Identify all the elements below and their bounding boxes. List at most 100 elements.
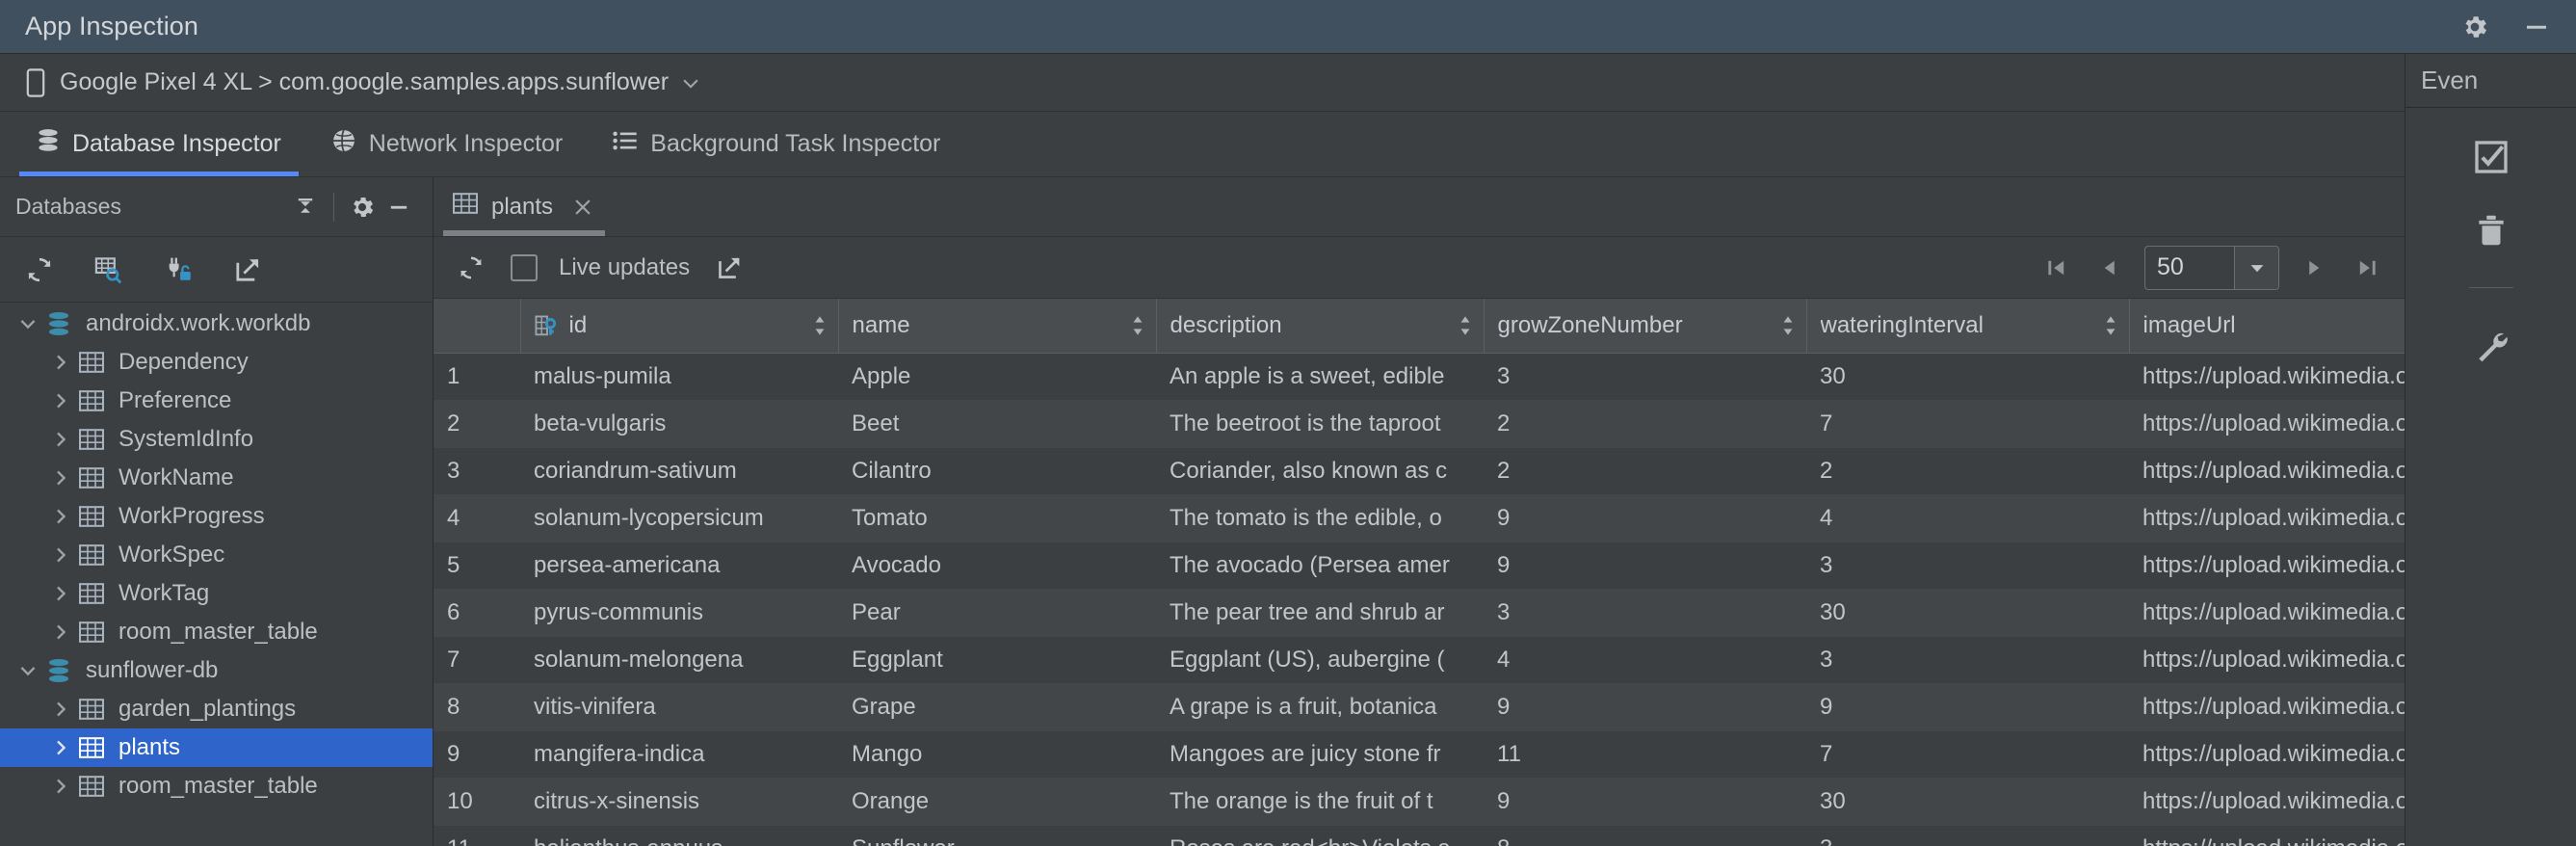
- minimize-icon[interactable]: [2522, 13, 2551, 41]
- cell-description[interactable]: Roses are red<br>Violets a: [1156, 825, 1484, 846]
- cell-wateringinterval[interactable]: 3: [1806, 636, 2129, 683]
- table-row[interactable]: 7solanum-melongenaEggplantEggplant (US),…: [434, 636, 2405, 683]
- cell-id[interactable]: beta-vulgaris: [520, 400, 838, 447]
- chevron-right-icon[interactable]: [46, 467, 75, 489]
- tree-item-room-master-table[interactable]: room_master_table: [0, 767, 433, 806]
- cell-wateringinterval[interactable]: 3: [1806, 542, 2129, 589]
- cell-wateringinterval[interactable]: 7: [1806, 730, 2129, 778]
- sort-arrows-icon[interactable]: [2102, 313, 2119, 338]
- cell-description[interactable]: The tomato is the edible, o: [1156, 494, 1484, 542]
- last-page-icon[interactable]: [2351, 251, 2383, 284]
- cell-name[interactable]: Grape: [838, 683, 1156, 730]
- cell-description[interactable]: The pear tree and shrub ar: [1156, 589, 1484, 636]
- cell-description[interactable]: An apple is a sweet, edible: [1156, 353, 1484, 400]
- cell-imageurl[interactable]: https://upload.wikimedia.o: [2129, 353, 2405, 400]
- cell-wateringinterval[interactable]: 2: [1806, 447, 2129, 494]
- process-selector[interactable]: Google Pixel 4 XL > com.google.samples.a…: [0, 54, 2405, 112]
- tab-network-inspector[interactable]: Network Inspector: [306, 112, 588, 176]
- chevron-right-icon[interactable]: [46, 544, 75, 566]
- live-updates-label[interactable]: Live updates: [559, 254, 690, 281]
- next-page-icon[interactable]: [2299, 251, 2331, 284]
- sort-arrows-icon[interactable]: [1129, 313, 1146, 338]
- export-icon[interactable]: [711, 250, 748, 286]
- cell-description[interactable]: A grape is a fruit, botanica: [1156, 683, 1484, 730]
- wrench-icon[interactable]: [2469, 323, 2513, 367]
- cell-growzonenumber[interactable]: 4: [1484, 636, 1806, 683]
- cell-growzonenumber[interactable]: 9: [1484, 494, 1806, 542]
- cell-description[interactable]: The avocado (Persea amer: [1156, 542, 1484, 589]
- table-row[interactable]: 5persea-americanaAvocadoThe avocado (Per…: [434, 542, 2405, 589]
- keep-connection-icon[interactable]: [160, 251, 197, 288]
- cell-name[interactable]: Beet: [838, 400, 1156, 447]
- cell-description[interactable]: Mangoes are juicy stone fr: [1156, 730, 1484, 778]
- cell-name[interactable]: Sunflower: [838, 825, 1156, 846]
- tree-item-workspec[interactable]: WorkSpec: [0, 536, 433, 574]
- cell-imageurl[interactable]: https://upload.wikimedia.o: [2129, 589, 2405, 636]
- cell-growzonenumber[interactable]: 9: [1484, 542, 1806, 589]
- cell-id[interactable]: malus-pumila: [520, 353, 838, 400]
- column-header-imageurl[interactable]: imageUrl: [2129, 299, 2405, 353]
- cell-imageurl[interactable]: https://upload.wikimedia.o: [2129, 730, 2405, 778]
- cell-growzonenumber[interactable]: 2: [1484, 400, 1806, 447]
- chevron-right-icon[interactable]: [46, 583, 75, 604]
- cell-imageurl[interactable]: https://upload.wikimedia.o: [2129, 636, 2405, 683]
- column-header-growzonenumber[interactable]: growZoneNumber: [1484, 299, 1806, 353]
- cell-imageurl[interactable]: https://upload.wikimedia.o: [2129, 542, 2405, 589]
- chevron-down-icon[interactable]: [680, 72, 701, 93]
- cell-description[interactable]: Coriander, also known as c: [1156, 447, 1484, 494]
- cell-wateringinterval[interactable]: 3: [1806, 825, 2129, 846]
- cell-growzonenumber[interactable]: 8: [1484, 825, 1806, 846]
- cell-name[interactable]: Cilantro: [838, 447, 1156, 494]
- cell-wateringinterval[interactable]: 30: [1806, 589, 2129, 636]
- cell-wateringinterval[interactable]: 30: [1806, 778, 2129, 825]
- tree-item-androidx-work-workdb[interactable]: androidx.work.workdb: [0, 304, 433, 343]
- cell-id[interactable]: solanum-lycopersicum: [520, 494, 838, 542]
- tree-item-sunflower-db[interactable]: sunflower-db: [0, 651, 433, 690]
- chevron-right-icon[interactable]: [46, 390, 75, 411]
- chevron-right-icon[interactable]: [46, 429, 75, 450]
- cell-name[interactable]: Orange: [838, 778, 1156, 825]
- cell-imageurl[interactable]: https://upload.wikimedia.o: [2129, 825, 2405, 846]
- cell-imageurl[interactable]: https://upload.wikimedia.o: [2129, 447, 2405, 494]
- tab-database-inspector[interactable]: Database Inspector: [12, 112, 306, 176]
- cell-wateringinterval[interactable]: 7: [1806, 400, 2129, 447]
- chevron-right-icon[interactable]: [46, 506, 75, 527]
- cell-imageurl[interactable]: https://upload.wikimedia.o: [2129, 400, 2405, 447]
- tree-item-plants[interactable]: plants: [0, 728, 433, 767]
- cell-growzonenumber[interactable]: 3: [1484, 589, 1806, 636]
- column-header-wateringinterval[interactable]: wateringInterval: [1806, 299, 2129, 353]
- table-row[interactable]: 4solanum-lycopersicumTomatoThe tomato is…: [434, 494, 2405, 542]
- cell-name[interactable]: Apple: [838, 353, 1156, 400]
- cell-id[interactable]: mangifera-indica: [520, 730, 838, 778]
- tree-item-systemidinfo[interactable]: SystemIdInfo: [0, 420, 433, 459]
- cell-name[interactable]: Tomato: [838, 494, 1156, 542]
- first-page-icon[interactable]: [2040, 251, 2073, 284]
- run-query-icon[interactable]: [91, 251, 127, 288]
- table-grid-container[interactable]: idnamedescriptiongrowZoneNumberwateringI…: [434, 299, 2405, 846]
- cell-description[interactable]: Eggplant (US), aubergine (: [1156, 636, 1484, 683]
- cell-id[interactable]: solanum-melongena: [520, 636, 838, 683]
- refresh-icon[interactable]: [453, 250, 489, 286]
- tree-item-workname[interactable]: WorkName: [0, 459, 433, 497]
- table-row[interactable]: 1malus-pumilaAppleAn apple is a sweet, e…: [434, 353, 2405, 400]
- tree-item-garden-plantings[interactable]: garden_plantings: [0, 690, 433, 728]
- tab-background-task-inspector[interactable]: Background Task Inspector: [588, 112, 965, 176]
- chevron-right-icon[interactable]: [46, 699, 75, 720]
- chevron-right-icon[interactable]: [46, 776, 75, 797]
- column-header-description[interactable]: description: [1156, 299, 1484, 353]
- sort-arrows-icon[interactable]: [1457, 313, 1474, 338]
- cell-growzonenumber[interactable]: 2: [1484, 447, 1806, 494]
- database-tree[interactable]: androidx.work.workdbDependencyPreference…: [0, 303, 433, 846]
- gear-icon[interactable]: [2460, 13, 2489, 41]
- table-row[interactable]: 3coriandrum-sativumCilantroCoriander, al…: [434, 447, 2405, 494]
- chevron-down-icon[interactable]: [13, 660, 42, 681]
- cell-description[interactable]: The orange is the fruit of t: [1156, 778, 1484, 825]
- cell-growzonenumber[interactable]: 9: [1484, 683, 1806, 730]
- column-header-name[interactable]: name: [838, 299, 1156, 353]
- table-row[interactable]: 9mangifera-indicaMangoMangoes are juicy …: [434, 730, 2405, 778]
- export-icon[interactable]: [229, 251, 266, 288]
- minimize-icon[interactable]: [381, 189, 417, 225]
- cell-growzonenumber[interactable]: 3: [1484, 353, 1806, 400]
- close-icon[interactable]: [572, 197, 593, 218]
- table-row[interactable]: 6pyrus-communisPearThe pear tree and shr…: [434, 589, 2405, 636]
